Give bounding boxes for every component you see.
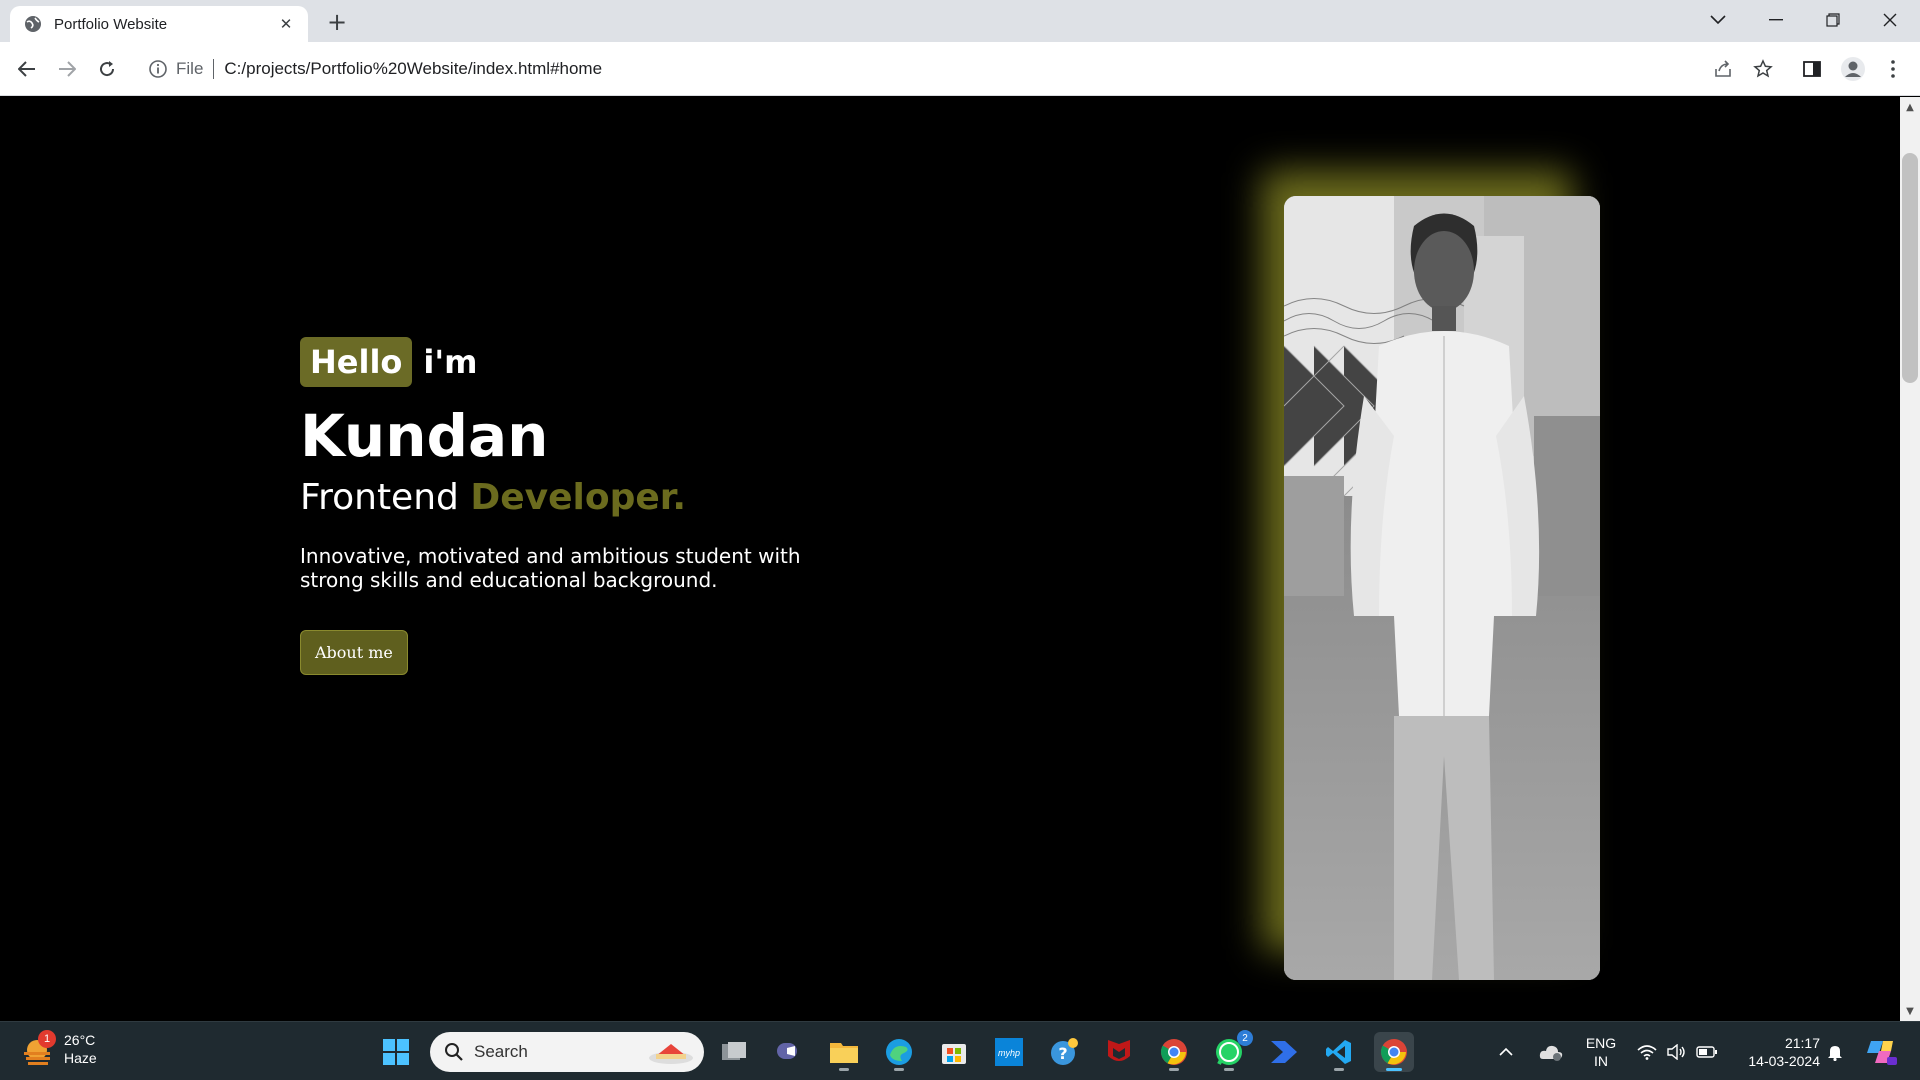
copilot-icon[interactable]	[1860, 1032, 1902, 1072]
clock-time: 21:17	[1784, 1035, 1820, 1051]
windows-taskbar: 1 26°C Haze Search myhp ? 2 ENG IN 21:17…	[0, 1021, 1920, 1080]
about-me-button[interactable]: About me	[300, 630, 408, 675]
weather-desc: Haze	[64, 1050, 97, 1066]
svg-text:myhp: myhp	[998, 1048, 1020, 1058]
teams-chat-icon[interactable]	[769, 1032, 809, 1072]
back-button[interactable]	[10, 52, 44, 86]
browser-toolbar: File C:/projects/Portfolio%20Website/ind…	[0, 42, 1920, 96]
get-help-icon[interactable]: ?	[1044, 1032, 1084, 1072]
svg-text:?: ?	[1058, 1044, 1067, 1063]
search-label: Search	[474, 1042, 528, 1061]
browser-tab-active[interactable]: Portfolio Website ✕	[10, 6, 308, 42]
hero-section: Hello i'm Kundan Frontend Developer. Inn…	[300, 337, 900, 675]
globe-icon	[25, 16, 41, 32]
onedrive-icon[interactable]	[1534, 1032, 1568, 1072]
tab-title: Portfolio Website	[54, 15, 168, 33]
power-automate-icon[interactable]	[1264, 1032, 1304, 1072]
file-explorer-icon[interactable]	[824, 1032, 864, 1072]
greeting-line: Hello i'm	[300, 337, 900, 387]
search-highlight-icon	[649, 1044, 693, 1064]
hello-badge: Hello	[300, 337, 413, 387]
browser-tab-bar: Portfolio Website ✕ +	[0, 0, 1920, 42]
volume-icon[interactable]	[1662, 1032, 1692, 1072]
role-plain: Frontend	[300, 477, 459, 518]
wifi-icon[interactable]	[1632, 1032, 1662, 1072]
scroll-down-arrow[interactable]: ▼	[1900, 1003, 1920, 1019]
bookmark-star-icon[interactable]	[1748, 54, 1778, 84]
side-panel-icon[interactable]	[1797, 54, 1827, 84]
weather-alert-badge: 1	[38, 1030, 56, 1048]
taskbar-search[interactable]: Search	[430, 1032, 704, 1072]
whatsapp-badge: 2	[1237, 1030, 1253, 1046]
weather-temp: 26°C	[64, 1032, 96, 1048]
weather-widget[interactable]: 1 26°C Haze	[20, 1030, 97, 1068]
notification-bell-icon[interactable]	[1822, 1032, 1848, 1072]
scroll-thumb[interactable]	[1902, 153, 1918, 383]
reload-button[interactable]	[90, 52, 124, 86]
search-icon	[445, 1043, 463, 1061]
battery-icon[interactable]	[1692, 1032, 1722, 1072]
hero-role: Frontend Developer.	[300, 477, 900, 518]
restore-window-button[interactable]	[1805, 0, 1861, 40]
close-tab-icon[interactable]: ✕	[276, 14, 296, 34]
weather-text: 26°C Haze	[64, 1031, 97, 1067]
hero-name: Kundan	[300, 402, 549, 470]
chrome-active-icon[interactable]	[1374, 1032, 1414, 1072]
greeting-suffix: i'm	[423, 343, 478, 381]
chrome-icon[interactable]	[1154, 1032, 1194, 1072]
language-indicator[interactable]: ENG IN	[1578, 1034, 1624, 1070]
microsoft-store-icon[interactable]	[934, 1032, 974, 1072]
minimize-window-button[interactable]	[1748, 0, 1804, 40]
share-icon[interactable]	[1708, 54, 1738, 84]
tab-search-icon[interactable]	[1690, 0, 1746, 40]
page-scrollbar[interactable]: ▲ ▼	[1900, 97, 1920, 1021]
start-button[interactable]	[376, 1032, 416, 1072]
close-window-button[interactable]	[1862, 0, 1918, 40]
profile-avatar-icon[interactable]	[1838, 54, 1868, 84]
profile-photo	[1284, 196, 1600, 980]
new-tab-button[interactable]: +	[322, 7, 352, 37]
page-viewport: Hello i'm Kundan Frontend Developer. Inn…	[0, 97, 1900, 1021]
mcafee-icon[interactable]	[1099, 1032, 1139, 1072]
windows-logo-icon	[383, 1039, 409, 1065]
clock[interactable]: 21:17 14-03-2024	[1730, 1034, 1820, 1070]
role-accent: Developer.	[470, 477, 687, 518]
address-bar[interactable]: File C:/projects/Portfolio%20Website/ind…	[136, 49, 1716, 89]
forward-button[interactable]	[50, 52, 84, 86]
task-view-icon[interactable]	[714, 1032, 754, 1072]
info-icon[interactable]	[148, 59, 168, 79]
profile-photo-illustration	[1284, 196, 1600, 980]
address-url[interactable]: C:/projects/Portfolio%20Website/index.ht…	[224, 59, 602, 79]
address-scheme-label: File	[176, 59, 215, 79]
whatsapp-icon[interactable]: 2	[1209, 1030, 1253, 1072]
edge-browser-icon[interactable]	[879, 1032, 919, 1072]
language-primary: ENG	[1585, 1035, 1617, 1051]
clock-date: 14-03-2024	[1748, 1053, 1820, 1069]
more-menu-icon[interactable]	[1878, 54, 1908, 84]
show-hidden-icons-chevron-up-icon[interactable]	[1492, 1032, 1520, 1072]
language-secondary: IN	[1594, 1053, 1608, 1069]
scroll-up-arrow[interactable]: ▲	[1900, 99, 1920, 115]
vscode-icon[interactable]	[1319, 1032, 1359, 1072]
weather-haze-icon: 1	[20, 1030, 58, 1068]
myhp-icon[interactable]: myhp	[989, 1032, 1029, 1072]
hero-description: Innovative, motivated and ambitious stud…	[300, 544, 801, 592]
